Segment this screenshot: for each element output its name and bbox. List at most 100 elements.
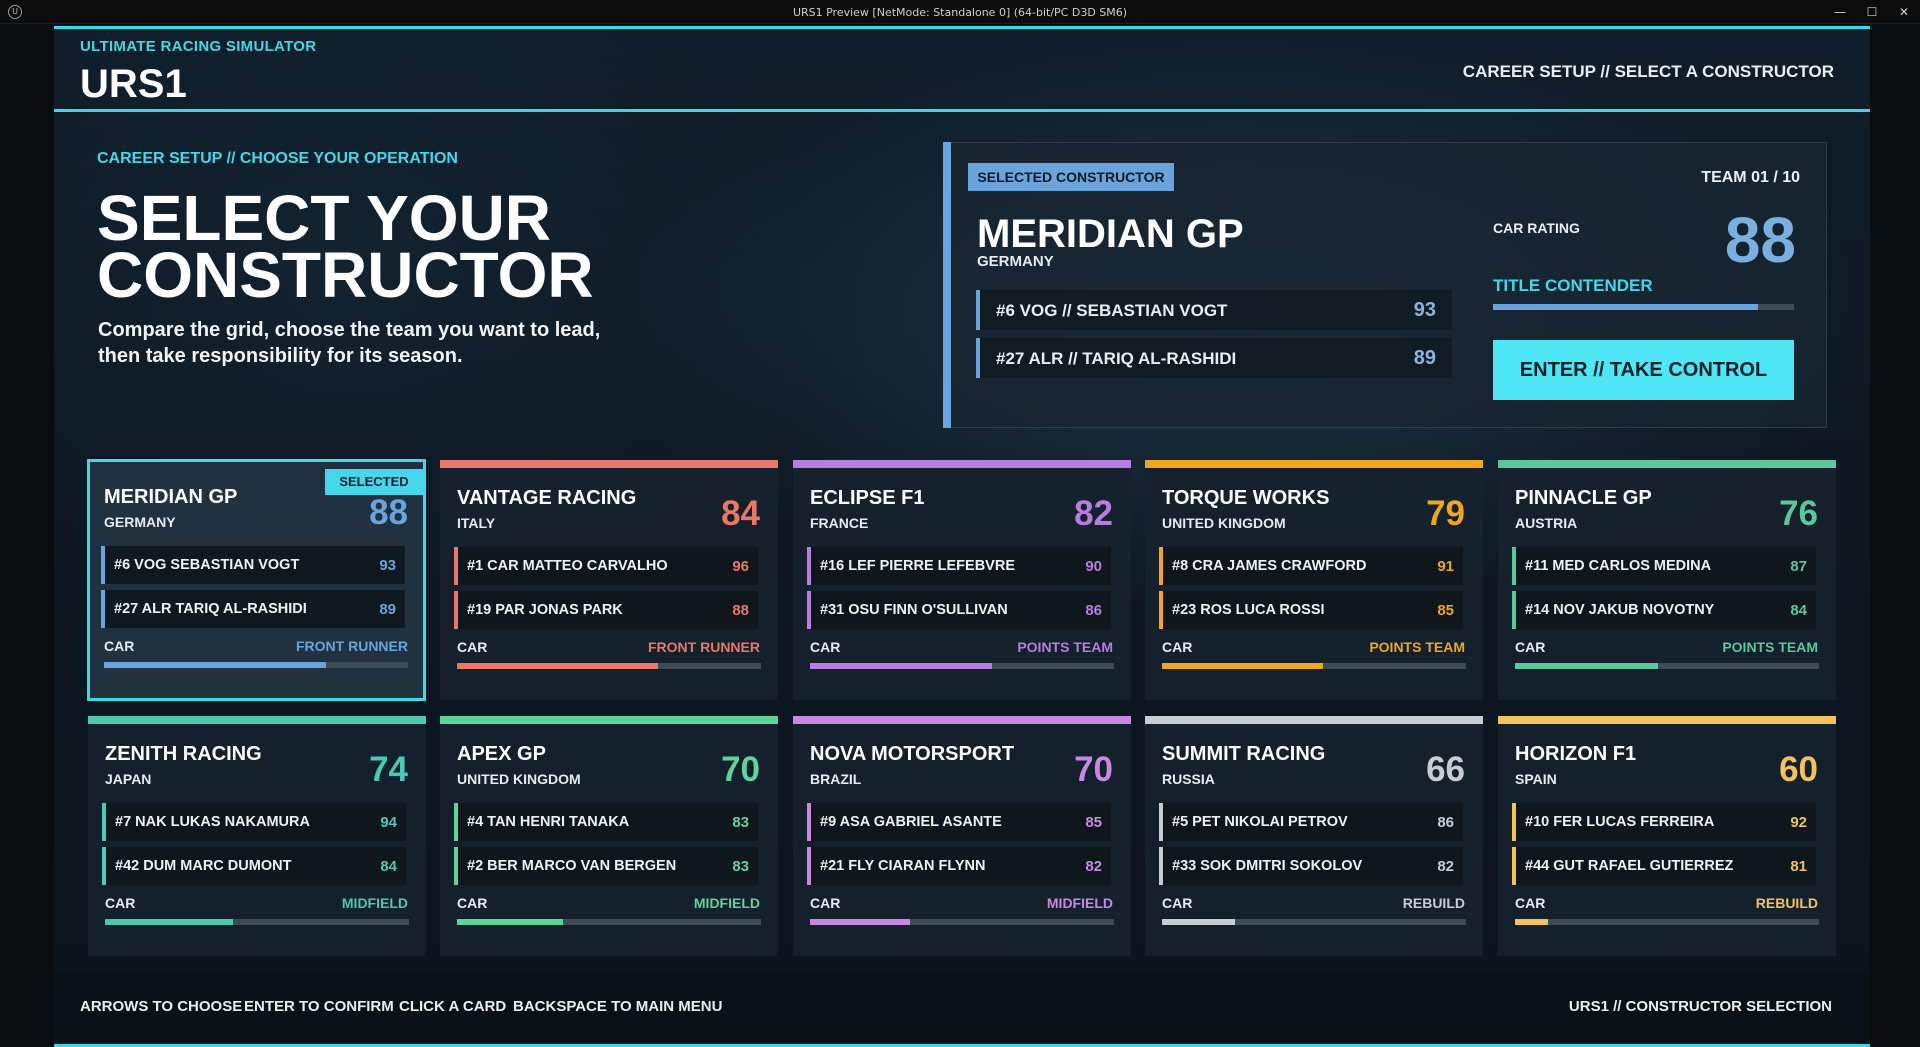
car-level-bar-fill <box>1515 663 1658 669</box>
team-color-bar <box>1145 716 1483 724</box>
driver-row: #16 LEF PIERRE LEFEBVRE 90 <box>807 547 1111 585</box>
hint-arrows: ARROWS TO CHOOSE <box>80 998 243 1015</box>
driver-rating: 96 <box>732 558 749 575</box>
car-level-bar <box>1162 663 1466 669</box>
team-card[interactable]: TORQUE WORKS UNITED KINGDOM 79 #8 CRA JAMES… <box>1145 460 1483 700</box>
car-level-bar-fill <box>1162 663 1324 669</box>
selected-team-name: MERIDIAN GP <box>977 212 1244 256</box>
team-card[interactable]: NOVA MOTORSPORT BRAZIL 70 #9 ASA GABRIEL AS… <box>793 716 1131 956</box>
team-rating: 70 <box>721 750 760 789</box>
driver-row: #9 ASA GABRIEL ASANTE 85 <box>807 803 1111 841</box>
car-label: CAR <box>1162 895 1193 911</box>
team-country: SPAIN <box>1515 771 1557 787</box>
driver-rating: 88 <box>732 602 749 619</box>
team-name: HORIZON F1 <box>1515 743 1637 765</box>
team-country: GERMANY <box>104 514 176 530</box>
driver-rating: 93 <box>379 557 396 574</box>
driver-rating: 86 <box>1437 814 1454 831</box>
team-rating: 88 <box>369 493 408 532</box>
selected-car-bar <box>1493 304 1794 310</box>
driver-rating: 85 <box>1437 602 1454 619</box>
car-level-bar <box>457 919 761 925</box>
driver-row: #33 SOK DMITRI SOKOLOV 82 <box>1159 847 1463 885</box>
driver-label: #23 ROS LUCA ROSSI <box>1172 602 1325 618</box>
team-rating: 60 <box>1779 750 1818 789</box>
driver-rating: 81 <box>1790 858 1807 875</box>
minimize-button[interactable]: — <box>1825 2 1855 22</box>
header-breadcrumb: CAREER SETUP // SELECT A CONSTRUCTOR <box>1462 62 1834 81</box>
car-level-bar <box>810 663 1114 669</box>
team-tier: POINTS TEAM <box>1722 639 1818 655</box>
driver-rating: 87 <box>1790 558 1807 575</box>
car-level-bar-fill <box>1515 919 1549 925</box>
car-level-bar-fill <box>1162 919 1235 925</box>
team-name: ZENITH RACING <box>105 743 262 765</box>
driver-label: #6 VOG SEBASTIAN VOGT <box>114 557 300 573</box>
driver-label: #2 BER MARCO VAN BERGEN <box>467 858 677 874</box>
driver-row: #10 FER LUCAS FERREIRA 92 <box>1512 803 1816 841</box>
driver-label: #4 TAN HENRI TANAKA <box>467 814 630 830</box>
team-card[interactable]: HORIZON F1 SPAIN 60 #10 FER LUCAS FERREIRA 9… <box>1498 716 1836 956</box>
team-country: FRANCE <box>810 515 869 531</box>
car-label: CAR <box>104 638 135 654</box>
team-card[interactable]: SUMMIT RACING RUSSIA 66 #5 PET NIKOLAI PETR… <box>1145 716 1483 956</box>
team-color-bar <box>1145 460 1483 468</box>
driver-row: #23 ROS LUCA ROSSI 85 <box>1159 591 1463 629</box>
driver-label: #42 DUM MARC DUMONT <box>115 858 292 874</box>
selected-panel-accent <box>943 142 951 428</box>
team-name: SUMMIT RACING <box>1162 743 1326 765</box>
team-card[interactable]: SELECTED MERIDIAN GP GERMANY 88 #6 VOG SEBAS… <box>87 459 426 701</box>
driver-label: #8 CRA JAMES CRAWFORD <box>1172 558 1367 574</box>
team-rating: 82 <box>1074 494 1113 533</box>
team-name: VANTAGE RACING <box>457 487 637 509</box>
car-level-bar <box>1515 663 1819 669</box>
driver-row: #6 VOG SEBASTIAN VOGT 93 <box>101 546 405 584</box>
driver-label: #9 ASA GABRIEL ASANTE <box>820 814 1002 830</box>
close-button[interactable]: ✕ <box>1889 2 1919 22</box>
car-label: CAR <box>1515 639 1546 655</box>
team-rating: 79 <box>1426 494 1465 533</box>
driver-row: #42 DUM MARC DUMONT 84 <box>102 847 406 885</box>
car-level-bar <box>810 919 1114 925</box>
team-card[interactable]: ECLIPSE F1 FRANCE 82 #16 LEF PIERRE LEFEBVR… <box>793 460 1131 700</box>
driver-label: #27 ALR // TARIQ AL-RASHIDI <box>996 349 1237 368</box>
header-divider <box>54 109 1870 112</box>
team-rating: 74 <box>369 750 408 789</box>
driver-label: #10 FER LUCAS FERREIRA <box>1525 814 1715 830</box>
driver-rating: 82 <box>1437 858 1454 875</box>
selected-car-bar-fill <box>1493 304 1758 310</box>
team-card[interactable]: APEX GP UNITED KINGDOM 70 #4 TAN HENRI TANA… <box>440 716 778 956</box>
footer-breadcrumb: URS1 // CONSTRUCTOR SELECTION <box>1568 998 1832 1015</box>
enter-take-control-button[interactable]: ENTER // TAKE CONTROL <box>1493 340 1794 400</box>
team-tier: MIDFIELD <box>341 895 408 911</box>
team-card[interactable]: PINNACLE GP AUSTRIA 76 #11 MED CARLOS MEDIN… <box>1498 460 1836 700</box>
team-card[interactable]: VANTAGE RACING ITALY 84 #1 CAR MATTEO CARVA… <box>440 460 778 700</box>
team-country: UNITED KINGDOM <box>457 771 581 787</box>
driver-label: #11 MED CARLOS MEDINA <box>1525 558 1712 574</box>
team-tier: FRONT RUNNER <box>296 638 408 654</box>
team-color-bar <box>1498 716 1836 724</box>
maximize-button[interactable]: ☐ <box>1857 2 1887 22</box>
team-color-bar <box>440 716 778 724</box>
driver-row: #2 BER MARCO VAN BERGEN 83 <box>454 847 758 885</box>
team-card[interactable]: ZENITH RACING JAPAN 74 #7 NAK LUKAS NAKAMUR… <box>88 716 426 956</box>
team-tier: REBUILD <box>1755 895 1818 911</box>
car-rating-value: 88 <box>1724 204 1796 276</box>
team-name: ECLIPSE F1 <box>810 487 925 509</box>
driver-label: #19 PAR JONAS PARK <box>467 602 623 618</box>
driver-row: #31 OSU FINN O'SULLIVAN 86 <box>807 591 1111 629</box>
driver-row: #14 NOV JAKUB NOVOTNY 84 <box>1512 591 1816 629</box>
driver-row: #7 NAK LUKAS NAKAMURA 94 <box>102 803 406 841</box>
car-label: CAR <box>810 895 841 911</box>
team-country: BRAZIL <box>810 771 862 787</box>
team-tier: REBUILD <box>1402 895 1465 911</box>
driver-label: #16 LEF PIERRE LEFEBVRE <box>820 558 1015 574</box>
car-label: CAR <box>457 639 488 655</box>
car-level-bar <box>1515 919 1819 925</box>
team-color-bar <box>440 460 778 468</box>
driver-label: #6 VOG // SEBASTIAN VOGT <box>996 301 1228 320</box>
team-country: RUSSIA <box>1162 771 1215 787</box>
hint-backspace: BACKSPACE TO MAIN MENU <box>513 998 723 1015</box>
team-country: UNITED KINGDOM <box>1162 515 1286 531</box>
driver-rating: 84 <box>1790 602 1807 619</box>
